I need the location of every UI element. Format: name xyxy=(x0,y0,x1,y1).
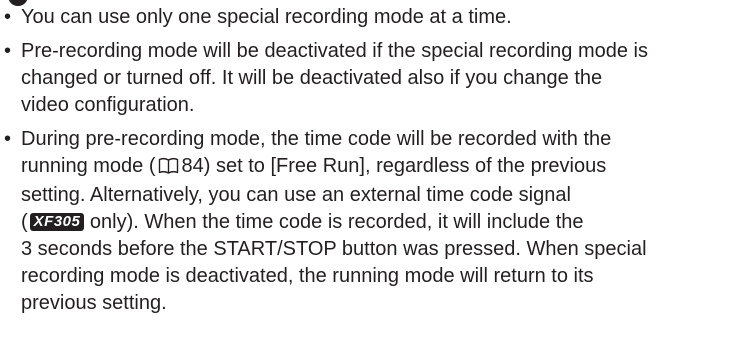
note-line: During pre-recording mode, the time code… xyxy=(21,128,612,150)
note-text: running mode ( xyxy=(21,155,156,177)
note-line-with-badge: (XF305 only). When the time code is reco… xyxy=(21,209,756,236)
note-text: ) set to [Free Run], regardless of the p… xyxy=(203,155,607,177)
note-line: previous setting. xyxy=(21,292,167,314)
note-line: 3 seconds before the START/STOP button w… xyxy=(21,238,647,260)
notes-list: • You can use only one special recording… xyxy=(0,4,756,324)
note-line: video configuration. xyxy=(21,94,195,116)
note-line-with-reference: running mode ( 84) set to [Free Run], reg… xyxy=(21,153,756,182)
bullet-icon: • xyxy=(4,40,12,62)
note-item: • Pre-recording mode will be deactivated… xyxy=(0,38,756,119)
note-line: Pre-recording mode will be deactivated i… xyxy=(21,40,648,62)
page-reference-number: 84 xyxy=(181,155,204,177)
note-item: • During pre-recording mode, the time co… xyxy=(0,126,756,317)
note-item: • You can use only one special recording… xyxy=(0,4,756,31)
note-line: recording mode is deactivated, the runni… xyxy=(21,265,594,287)
model-badge: XF305 xyxy=(29,213,85,231)
manual-notes-page: • You can use only one special recording… xyxy=(0,0,756,338)
bullet-icon: • xyxy=(4,128,12,150)
note-line: changed or turned off. It will be deacti… xyxy=(21,67,603,89)
note-line: setting. Alternatively, you can use an e… xyxy=(21,184,571,206)
book-icon xyxy=(158,155,179,182)
note-text: ( xyxy=(21,211,28,233)
note-text: only). When the time code is recorded, i… xyxy=(84,211,584,233)
note-line: You can use only one special recording m… xyxy=(21,6,512,28)
bullet-icon: • xyxy=(4,6,12,28)
